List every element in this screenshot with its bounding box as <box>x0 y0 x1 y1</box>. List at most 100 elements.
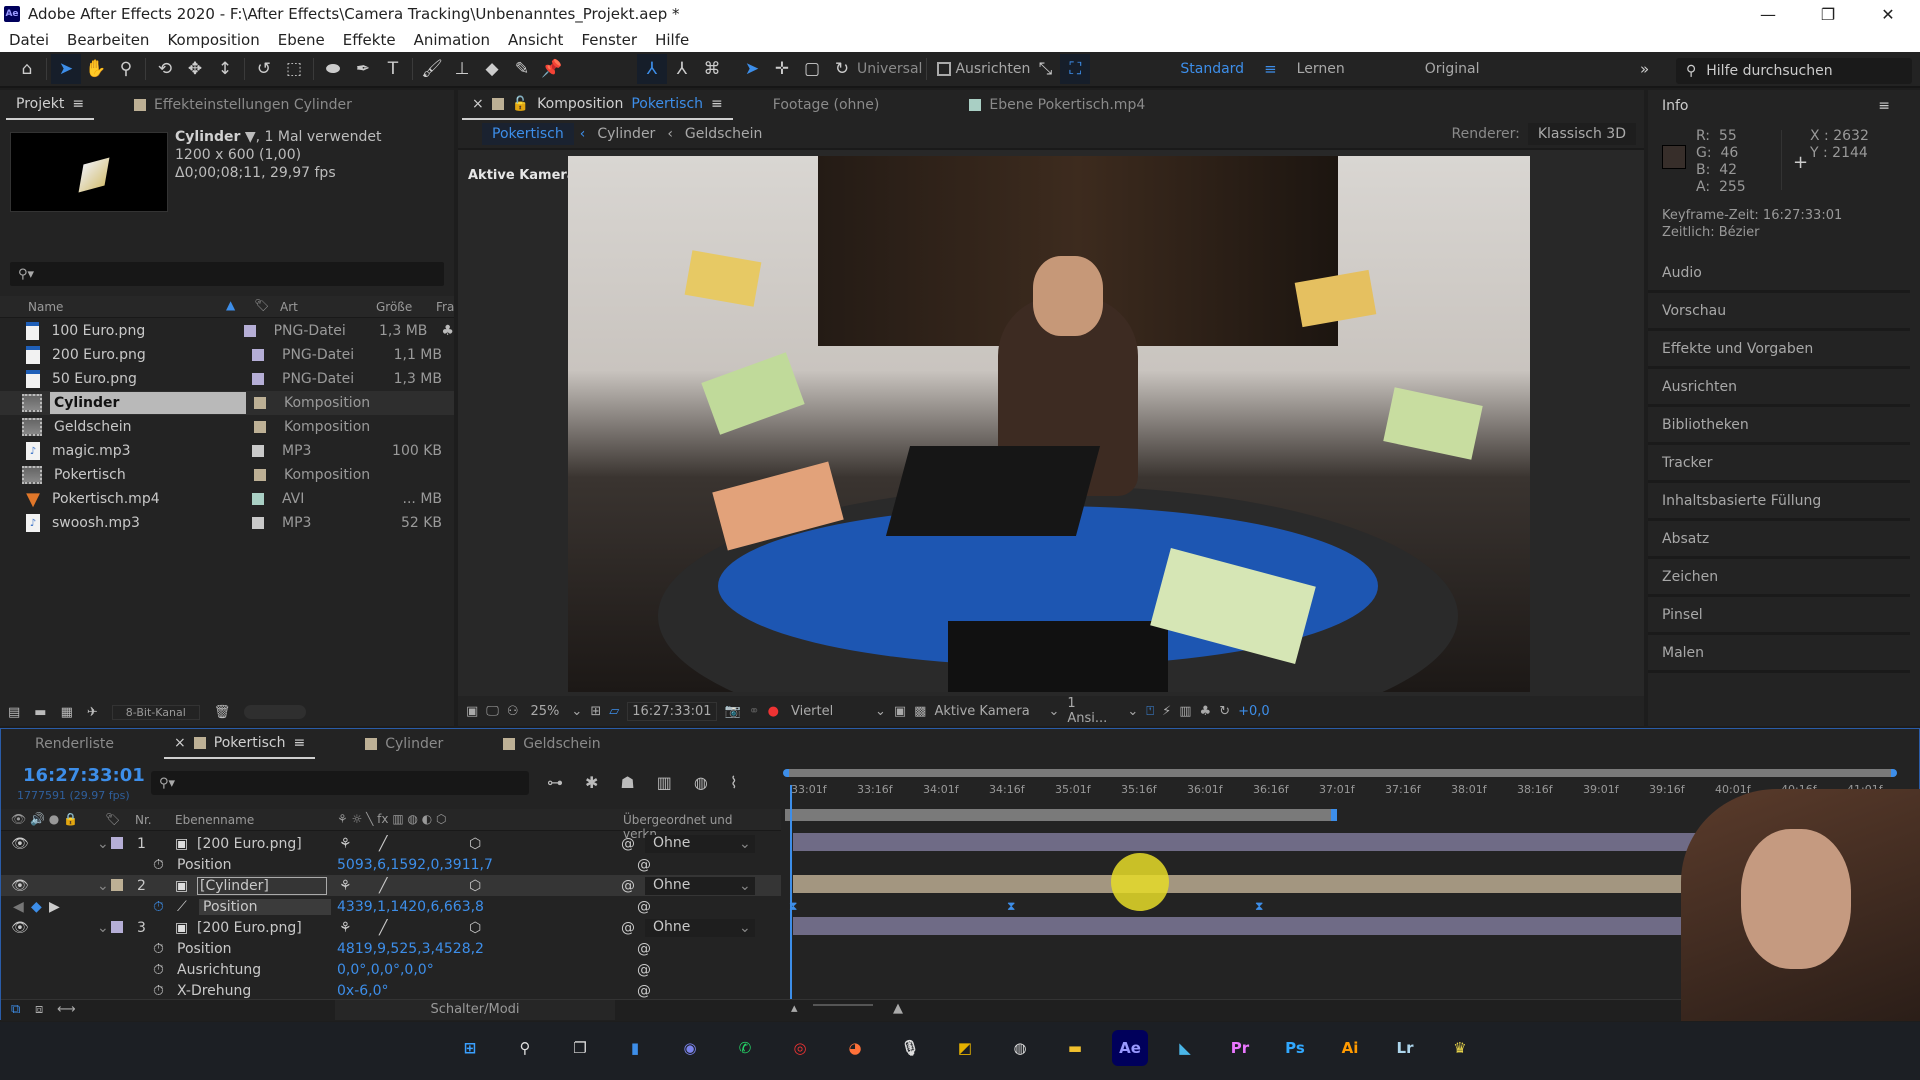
taskbar-teams-icon[interactable]: ◉ <box>672 1030 708 1066</box>
close-tab-icon[interactable]: × <box>472 96 484 112</box>
menu-animation[interactable]: Animation <box>405 31 499 49</box>
label-swatch[interactable] <box>111 921 123 933</box>
prev-keyframe-icon[interactable]: ◀ <box>13 899 24 915</box>
timeline-icon[interactable]: ▥ <box>1179 704 1191 719</box>
project-item[interactable]: ♪ magic.mp3 MP3 100 KB <box>0 439 454 463</box>
eraser-tool-icon[interactable]: ◆ <box>477 54 507 84</box>
world-axis-icon[interactable]: ⅄ <box>667 54 697 84</box>
menu-hilfe[interactable]: Hilfe <box>646 31 698 49</box>
timeline-tab-renderliste[interactable]: Renderliste <box>25 729 124 759</box>
panel-menu-icon[interactable]: ≡ <box>72 96 84 112</box>
eye-icon[interactable]: 👁 <box>11 920 29 936</box>
label-swatch[interactable] <box>254 397 266 409</box>
project-item[interactable]: 50 Euro.png PNG-Datei 1,3 MB <box>0 367 454 391</box>
taskbar-search-icon[interactable]: ⚲ <box>507 1030 543 1066</box>
eye-icon[interactable]: 👁 <box>11 878 29 894</box>
taskbar-vegas-icon[interactable]: ◣ <box>1167 1030 1203 1066</box>
zoom-out-icon[interactable]: ▴ <box>791 1001 798 1016</box>
move-icon[interactable]: ✛ <box>767 54 797 84</box>
pan-camera-icon[interactable]: ✥ <box>180 54 210 84</box>
chevron-down-icon[interactable]: ⌄ <box>1048 704 1059 719</box>
taskbar-windows-start-icon[interactable]: ⊞ <box>452 1030 488 1066</box>
panel-menu-icon[interactable]: ≡ <box>294 735 306 751</box>
eye-icon[interactable]: 👁 <box>11 836 29 852</box>
taskbar-after-effects-icon[interactable]: Ae <box>1112 1030 1148 1066</box>
maximize-button[interactable]: ❐ <box>1800 0 1856 28</box>
property-row[interactable]: ◀ ◆ ▶ ⏱ ⟋ Position 4339,1,1420,6,663,8 @ <box>1 896 781 917</box>
chevron-down-icon[interactable]: ⌄ <box>571 704 582 719</box>
composition-viewport[interactable] <box>568 156 1530 692</box>
column-name[interactable]: Name <box>28 300 63 314</box>
reset-exposure-icon[interactable]: ↻ <box>1219 704 1230 719</box>
close-button[interactable]: ✕ <box>1860 0 1916 28</box>
tab-komposition[interactable]: × 🔓 Komposition Pokertisch ≡ <box>462 90 733 120</box>
quality-switch-icon[interactable]: ╱ <box>379 920 387 936</box>
label-swatch[interactable] <box>252 349 264 361</box>
menu-ansicht[interactable]: Ansicht <box>499 31 572 49</box>
safe-areas-icon[interactable]: ⊞ <box>590 704 601 719</box>
menu-fenster[interactable]: Fenster <box>572 31 646 49</box>
monitor-icon[interactable]: 🖵 <box>486 704 499 719</box>
current-time-display[interactable]: 16:27:33:01 <box>627 701 717 721</box>
zoom-tool-icon[interactable]: ⚲ <box>111 54 141 84</box>
workspace-lernen[interactable]: Lernen <box>1297 61 1345 77</box>
snap-icon[interactable]: ⤡ <box>1030 54 1060 84</box>
property-row[interactable]: ⏱ X-Drehung 0x-6,0° @ <box>1 980 781 1001</box>
trash-icon[interactable]: 🗑 <box>214 705 231 720</box>
layer-search-input[interactable]: ⚲▾ <box>151 771 529 795</box>
label-swatch[interactable] <box>252 493 264 505</box>
comp-duration-bar[interactable] <box>785 809 1337 821</box>
taskbar-microphone-icon[interactable]: 🎙 <box>892 1030 928 1066</box>
transfer-controls-icon[interactable]: ⧈ <box>35 1002 43 1017</box>
stopwatch-icon[interactable]: ⏱ <box>153 899 164 915</box>
brush-tool-icon[interactable]: 🖌 <box>417 54 447 84</box>
taskbar-obs-icon[interactable]: ◍ <box>1002 1030 1038 1066</box>
column-frame[interactable]: Fra <box>436 300 454 314</box>
channel-icon[interactable]: ● <box>768 704 779 719</box>
workspace-standard[interactable]: Standard <box>1180 61 1244 77</box>
project-search-input[interactable]: ⚲▾ <box>10 262 444 286</box>
taskbar-firefox-icon[interactable]: ◕ <box>837 1030 873 1066</box>
local-axis-icon[interactable]: ⅄ <box>637 54 667 84</box>
taskbar-widgets-icon[interactable]: ▮ <box>617 1030 653 1066</box>
stopwatch-icon[interactable]: ⏱ <box>153 983 164 999</box>
panel-menu-icon[interactable]: ≡ <box>1878 98 1890 114</box>
bit-depth-button[interactable]: 8-Bit-Kanal <box>111 704 200 720</box>
tab-footage[interactable]: Footage (ohne) <box>763 90 890 120</box>
transparency-grid-icon[interactable]: ▱ <box>609 704 619 719</box>
keyframe-icon[interactable]: ⧗ <box>1255 899 1263 914</box>
home-icon[interactable]: ⌂ <box>12 54 42 84</box>
expression-pickwhip-icon[interactable]: @ <box>637 857 651 873</box>
chevron-down-icon[interactable]: ⌄ <box>97 920 109 936</box>
snap-grid-icon[interactable]: ⛶ <box>1060 54 1091 84</box>
label-swatch[interactable] <box>254 421 266 433</box>
collapse-switch-icon[interactable]: ⚘ <box>339 920 352 936</box>
taskbar-task-view-icon[interactable]: ❐ <box>562 1030 598 1066</box>
stopwatch-icon[interactable]: ⏱ <box>153 857 164 873</box>
project-item[interactable]: ♪ swoosh.mp3 MP3 52 KB <box>0 511 454 535</box>
taskbar-screen-recorder-icon[interactable]: ◎ <box>782 1030 818 1066</box>
3d-layer-icon[interactable]: ⬡ <box>469 836 481 852</box>
rotate-tool-icon[interactable]: ↺ <box>249 54 279 84</box>
pen-tool-icon[interactable]: ✒ <box>348 54 378 84</box>
breadcrumb-pokertisch[interactable]: Pokertisch <box>482 123 574 145</box>
expression-pickwhip-icon[interactable]: @ <box>637 899 651 915</box>
panel-item-bibliotheken[interactable]: Bibliotheken <box>1648 407 1910 445</box>
taskbar-premiere-icon[interactable]: Pr <box>1222 1030 1258 1066</box>
pixel-aspect-icon[interactable]: ⍞ <box>1146 704 1154 719</box>
panel-item-zeichen[interactable]: Zeichen <box>1648 559 1910 597</box>
region-of-interest-icon[interactable]: ▣ <box>894 704 906 719</box>
label-swatch[interactable] <box>252 445 264 457</box>
panel-item-tracker[interactable]: Tracker <box>1648 445 1910 483</box>
resolution-dropdown[interactable]: Viertel <box>787 704 867 719</box>
selection-tool-icon[interactable]: ➤ <box>51 54 81 84</box>
layer-row[interactable]: 👁 ⌄ 1 ▣ [200 Euro.png] ⚘ ╱ ⬡ @ Ohne ⌄ <box>1 833 781 854</box>
layer-name[interactable]: [200 Euro.png] <box>197 836 302 852</box>
chevron-down-icon[interactable]: ⌄ <box>97 836 109 852</box>
quality-switch-icon[interactable]: ╱ <box>379 836 387 852</box>
work-area-bar[interactable] <box>783 769 1897 777</box>
zoom-in-icon[interactable]: ▲ <box>893 1001 903 1016</box>
keyframe-diamond-icon[interactable]: ◆ <box>31 899 42 915</box>
scale-icon[interactable]: ▢ <box>797 54 827 84</box>
view-layout-dropdown[interactable]: 1 Ansi... <box>1067 696 1119 726</box>
